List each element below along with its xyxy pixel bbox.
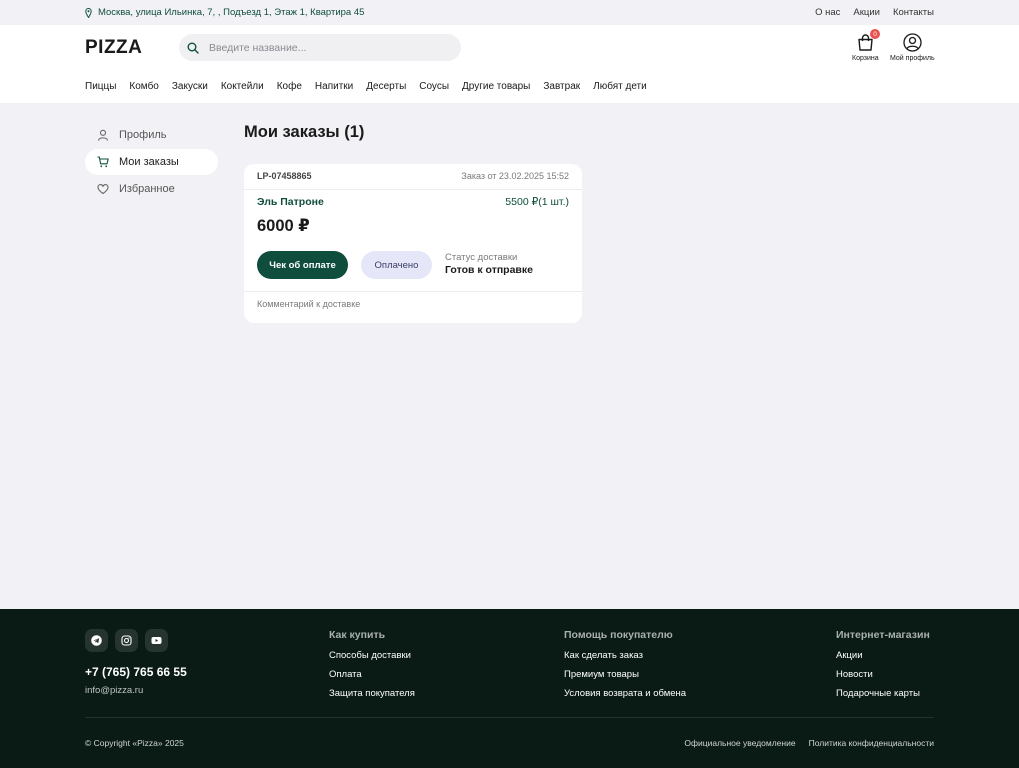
category-item[interactable]: Напитки — [315, 81, 353, 92]
order-item-price: 5500 ₽(1 шт.) — [505, 196, 569, 208]
instagram-button[interactable] — [115, 629, 138, 652]
category-item[interactable]: Закуски — [172, 81, 208, 92]
footer-column-shop: Интернет-магазин Акции Новости Подарочны… — [836, 629, 930, 707]
category-item[interactable]: Любят дети — [593, 81, 647, 92]
telegram-icon — [91, 635, 102, 646]
footer-column-help: Помощь покупателю Как сделать заказ Прем… — [564, 629, 686, 707]
receipt-button[interactable]: Чек об оплате — [257, 251, 348, 279]
category-item[interactable]: Кофе — [277, 81, 302, 92]
cart-button[interactable]: 0 Корзина — [852, 29, 880, 62]
search-input[interactable] — [209, 41, 439, 54]
category-item[interactable]: Коктейли — [221, 81, 264, 92]
footer-column-title: Как купить — [329, 629, 386, 641]
footer-link[interactable]: Премиум товары — [564, 669, 686, 680]
profile-label: Мой профиль — [890, 55, 935, 62]
logo[interactable]: PIZZA — [85, 37, 142, 59]
top-links: О нас Акции Контакты — [815, 7, 934, 18]
link-promotions[interactable]: Акции — [853, 7, 880, 18]
footer-link[interactable]: Как сделать заказ — [564, 650, 686, 661]
legal-notice-link[interactable]: Официальное уведомление — [684, 738, 795, 748]
footer-column-how-to-buy: Как купить Способы доставки Оплата Защит… — [329, 629, 415, 707]
footer-divider — [85, 717, 934, 718]
order-code: LP-07458865 — [257, 171, 312, 181]
search-icon — [187, 42, 199, 54]
order-card: LP-07458865 Заказ от 23.02.2025 15:52 Эл… — [244, 164, 582, 323]
cart-label: Корзина — [852, 55, 879, 62]
heart-icon — [97, 184, 109, 195]
category-item[interactable]: Завтрак — [543, 81, 580, 92]
header: PIZZA 0 Корзина Мой профиль — [0, 25, 1019, 71]
top-bar: Москва, улица Ильинка, 7, , Подъезд 1, Э… — [0, 0, 1019, 25]
footer-email[interactable]: info@pizza.ru — [85, 685, 143, 696]
category-item[interactable]: Десерты — [366, 81, 406, 92]
order-date: Заказ от 23.02.2025 15:52 — [461, 171, 569, 181]
footer-link[interactable]: Защита покупателя — [329, 688, 415, 699]
order-card-footer: Комментарий к доставке — [244, 291, 582, 323]
user-circle-icon — [903, 33, 922, 52]
instagram-icon — [121, 635, 132, 646]
footer-link[interactable]: Акции — [836, 650, 930, 661]
footer-column-title: Интернет-магазин — [836, 629, 930, 641]
sidebar-item-label: Профиль — [119, 129, 167, 141]
account-sidebar: Профиль Мои заказы Избранное — [85, 122, 218, 203]
payment-status-badge: Оплачено — [361, 251, 432, 279]
search-bar[interactable] — [179, 34, 461, 61]
youtube-button[interactable] — [145, 629, 168, 652]
delivery-status-label: Статус доставки — [445, 252, 518, 263]
sidebar-item-favorites[interactable]: Избранное — [85, 176, 218, 202]
category-item[interactable]: Соусы — [419, 81, 449, 92]
category-item[interactable]: Комбо — [129, 81, 158, 92]
footer-link[interactable]: Подарочные карты — [836, 688, 930, 699]
footer-column-title: Помощь покупателю — [564, 629, 673, 641]
address[interactable]: Москва, улица Ильинка, 7, , Подъезд 1, Э… — [85, 7, 364, 18]
order-total: 6000 ₽ — [257, 217, 310, 235]
user-icon — [97, 129, 109, 141]
footer-phone[interactable]: +7 (765) 765 66 55 — [85, 665, 187, 679]
sidebar-item-profile[interactable]: Профиль — [85, 122, 218, 148]
order-card-header: LP-07458865 Заказ от 23.02.2025 15:52 — [244, 164, 582, 190]
footer-link[interactable]: Оплата — [329, 669, 415, 680]
delivery-status-value: Готов к отправке — [445, 264, 533, 276]
sidebar-item-label: Избранное — [119, 183, 175, 195]
delivery-comment: Комментарий к доставке — [257, 299, 361, 309]
legal-links: Официальное уведомление Политика конфиде… — [684, 738, 934, 748]
location-pin-icon — [85, 7, 92, 18]
category-item[interactable]: Другие товары — [462, 81, 530, 92]
cart-count-badge: 0 — [870, 29, 880, 39]
telegram-button[interactable] — [85, 629, 108, 652]
address-text: Москва, улица Ильинка, 7, , Подъезд 1, Э… — [98, 7, 365, 18]
cart-icon — [97, 156, 109, 168]
social-links — [85, 629, 168, 652]
privacy-policy-link[interactable]: Политика конфиденциальности — [809, 738, 934, 748]
sidebar-item-label: Мои заказы — [119, 156, 179, 168]
page-title: Мои заказы (1) — [244, 123, 365, 141]
order-item-name[interactable]: Эль Патроне — [257, 196, 324, 208]
copyright: © Copyright «Pizza» 2025 — [85, 738, 184, 748]
footer-link[interactable]: Способы доставки — [329, 650, 415, 661]
profile-button[interactable]: Мой профиль — [890, 33, 935, 62]
youtube-icon — [151, 637, 162, 644]
footer: +7 (765) 765 66 55 info@pizza.ru Как куп… — [0, 609, 1019, 768]
footer-link[interactable]: Новости — [836, 669, 930, 680]
category-nav: Пиццы Комбо Закуски Коктейли Кофе Напитк… — [0, 71, 1019, 103]
link-contacts[interactable]: Контакты — [893, 7, 934, 18]
sidebar-item-orders[interactable]: Мои заказы — [85, 149, 218, 175]
category-item[interactable]: Пиццы — [85, 81, 116, 92]
footer-link[interactable]: Условия возврата и обмена — [564, 688, 686, 699]
link-about[interactable]: О нас — [815, 7, 840, 18]
